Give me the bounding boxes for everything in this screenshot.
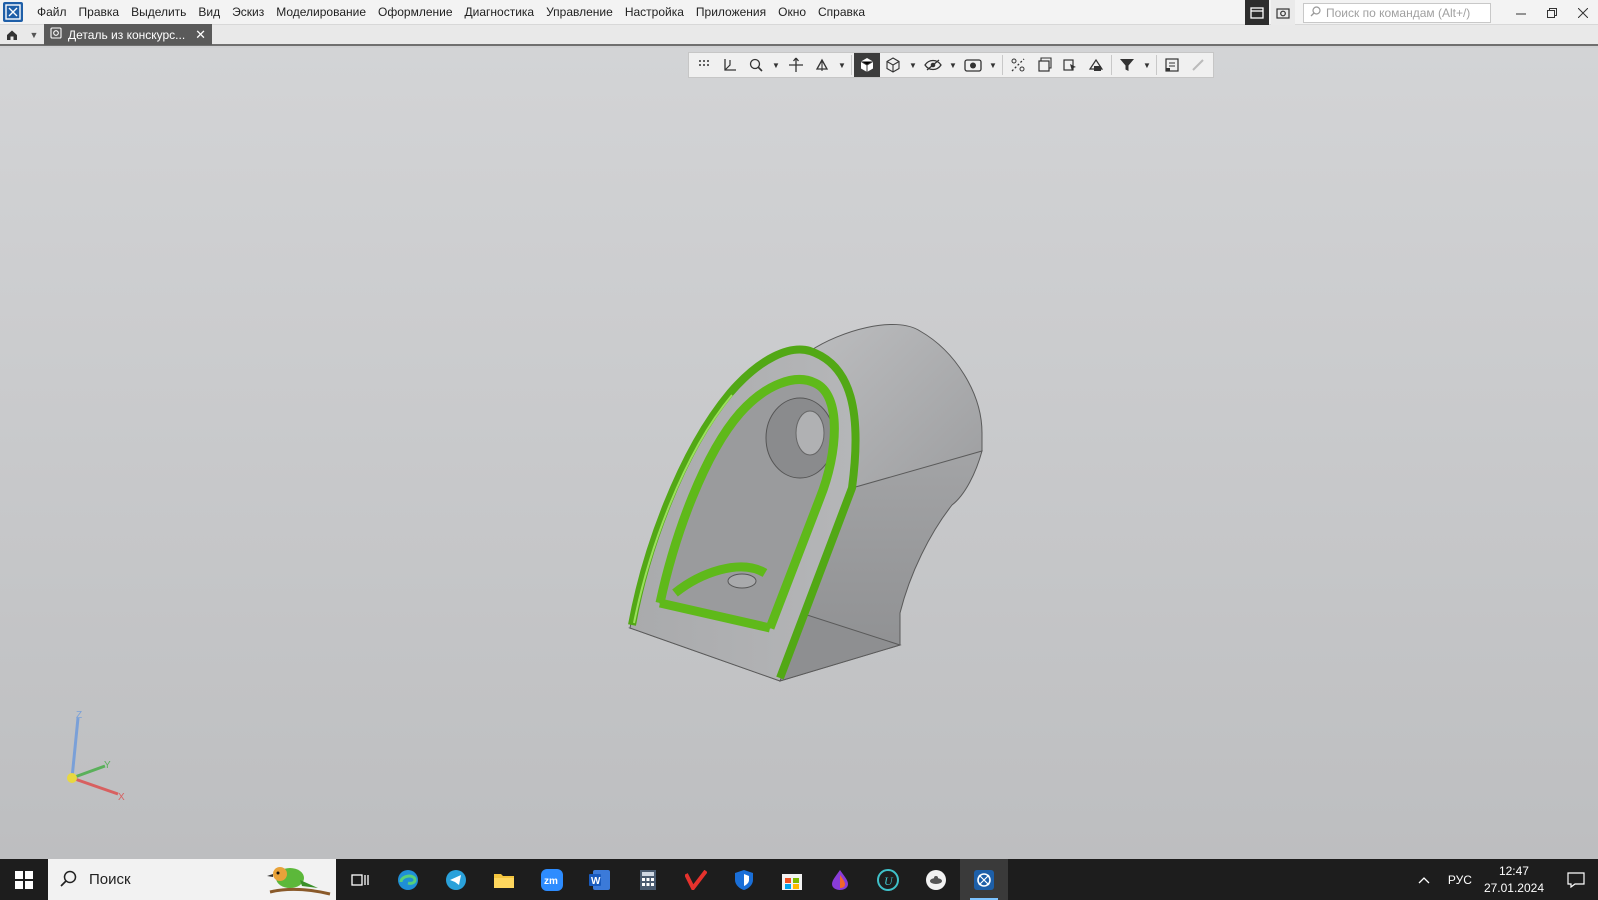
display-dropdown-icon[interactable]: ▼ [986, 53, 1000, 77]
toolbar-separator [851, 55, 852, 75]
menu-modeling[interactable]: Моделирование [270, 0, 372, 25]
task-view-icon[interactable] [336, 859, 384, 900]
word-icon[interactable]: W [576, 859, 624, 900]
drop-icon[interactable] [816, 859, 864, 900]
windows-start-icon[interactable] [0, 859, 48, 900]
tab-label: Деталь из конскурс... [68, 27, 186, 42]
display-style-icon[interactable] [960, 53, 986, 77]
menu-help[interactable]: Справка [812, 0, 871, 25]
screenshot-button[interactable] [1271, 0, 1295, 25]
clock[interactable]: 12:47 27.01.2024 [1484, 863, 1544, 897]
search-placeholder: Поиск по командам (Alt+/) [1326, 5, 1471, 20]
zoom-icon[interactable] [743, 53, 769, 77]
menu-sketch[interactable]: Эскиз [226, 0, 270, 25]
section-icon[interactable] [1005, 53, 1031, 77]
toolbar-separator [1002, 55, 1003, 75]
axis-y-label: Y [104, 760, 111, 771]
app-v-icon[interactable] [672, 859, 720, 900]
clock-date: 27.01.2024 [1483, 880, 1544, 895]
u-app-icon[interactable]: U [864, 859, 912, 900]
orientation-icon[interactable] [717, 53, 743, 77]
rotate-icon[interactable] [809, 53, 835, 77]
pan-icon[interactable] [783, 53, 809, 77]
tab-close-icon[interactable]: ✕ [195, 27, 206, 43]
axis-triad: Z Y X [67, 710, 125, 803]
menu-manage[interactable]: Управление [540, 0, 619, 25]
render-icon[interactable] [1057, 53, 1083, 77]
defender-icon[interactable] [720, 859, 768, 900]
part-icon [50, 27, 62, 42]
close-window-button[interactable] [1567, 0, 1598, 25]
windows-taskbar: Поиск zm W U РУС 12:47 27.01.2024 [0, 859, 1598, 900]
filter-icon[interactable] [1114, 53, 1140, 77]
search-icon [1310, 5, 1321, 20]
menu-select[interactable]: Выделить [125, 0, 192, 25]
rotate-dropdown-icon[interactable]: ▼ [835, 53, 849, 77]
view-shaded-icon[interactable] [854, 53, 880, 77]
properties-icon[interactable] [1159, 53, 1185, 77]
search-icon [60, 870, 77, 890]
view-wireframe-icon[interactable] [880, 53, 906, 77]
disk-icon[interactable] [912, 859, 960, 900]
taskbar-search-box[interactable]: Поиск [48, 859, 336, 900]
3d-model[interactable] [620, 273, 1000, 683]
menu-drawing[interactable]: Оформление [372, 0, 458, 25]
store-icon[interactable] [768, 859, 816, 900]
notification-icon[interactable] [1554, 859, 1598, 900]
chevron-up-icon[interactable] [1418, 873, 1430, 887]
menu-window[interactable]: Окно [772, 0, 812, 25]
kompas-icon[interactable] [960, 859, 1008, 900]
bird-illustration-icon [267, 867, 331, 896]
svg-text:W: W [591, 876, 601, 887]
layout-button[interactable] [1245, 0, 1269, 25]
measure-icon[interactable] [1185, 53, 1211, 77]
menu-apps[interactable]: Приложения [690, 0, 772, 25]
hide-dropdown-icon[interactable]: ▼ [946, 53, 960, 77]
minimize-button[interactable] [1505, 0, 1536, 25]
home-icon[interactable] [0, 25, 24, 44]
language-indicator[interactable]: РУС [1448, 873, 1472, 887]
svg-text:zm: zm [544, 876, 558, 887]
appearance-icon[interactable] [1083, 53, 1109, 77]
calculator-icon[interactable] [624, 859, 672, 900]
clip-icon[interactable] [1031, 53, 1057, 77]
hide-icon[interactable] [920, 53, 946, 77]
command-search-input[interactable]: Поиск по командам (Alt+/) [1303, 2, 1491, 23]
svg-text:U: U [884, 874, 894, 888]
document-tabbar: ▼ Деталь из конскурс... ✕ [0, 24, 1598, 46]
restore-button[interactable] [1536, 0, 1567, 25]
menu-settings[interactable]: Настройка [619, 0, 690, 25]
axis-z-label: Z [76, 710, 82, 721]
3d-viewport[interactable]: Z Y X [0, 48, 1598, 859]
menu-edit[interactable]: Правка [73, 0, 126, 25]
menu-file[interactable]: Файл [31, 0, 73, 25]
explorer-icon[interactable] [480, 859, 528, 900]
tab-dropdown-icon[interactable]: ▼ [24, 25, 44, 44]
menu-diagnostics[interactable]: Диагностика [459, 0, 541, 25]
tab-document[interactable]: Деталь из конскурс... ✕ [44, 24, 212, 45]
telegram-icon[interactable] [432, 859, 480, 900]
grid-icon[interactable] [691, 53, 717, 77]
system-tray: РУС 12:47 27.01.2024 [1418, 859, 1598, 900]
zoom-dropdown-icon[interactable]: ▼ [769, 53, 783, 77]
toolbar-separator [1111, 55, 1112, 75]
zoom-app-icon[interactable]: zm [528, 859, 576, 900]
app-logo[interactable] [3, 2, 23, 22]
clock-time: 12:47 [1498, 863, 1529, 878]
toolbar-separator [1156, 55, 1157, 75]
view-toolbar: ▼ ▼ ▼ ▼ ▼ ▼ [688, 52, 1214, 78]
menu-bar: Файл Правка Выделить Вид Эскиз Моделиров… [0, 0, 1598, 25]
taskbar-search-label: Поиск [89, 871, 131, 888]
edge-icon[interactable] [384, 859, 432, 900]
filter-dropdown-icon[interactable]: ▼ [1140, 53, 1154, 77]
view-dropdown-icon[interactable]: ▼ [906, 53, 920, 77]
axis-x-label: X [118, 792, 125, 803]
menu-view[interactable]: Вид [192, 0, 226, 25]
